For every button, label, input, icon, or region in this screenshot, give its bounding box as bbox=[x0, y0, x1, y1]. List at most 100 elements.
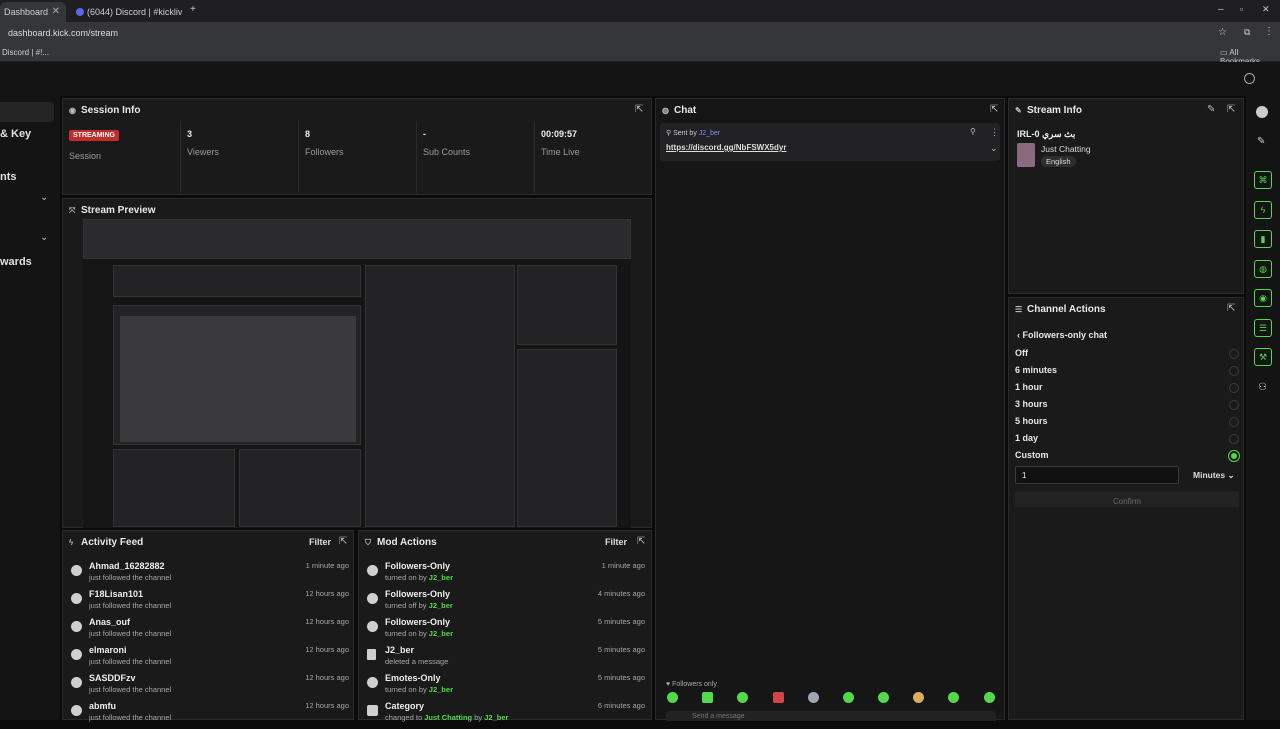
option-custom[interactable]: Custom bbox=[1015, 450, 1239, 467]
radio-button-selected[interactable] bbox=[1229, 451, 1239, 461]
option-1-hour[interactable]: 1 hour bbox=[1015, 382, 1239, 399]
minimize-icon[interactable]: – bbox=[1218, 4, 1224, 15]
tab-label: (6044) Discord | #kicklive | J2b... bbox=[87, 7, 182, 17]
follower-name[interactable]: Anas_ouf bbox=[89, 617, 130, 627]
radio-button[interactable] bbox=[1229, 383, 1239, 393]
action-desc: turned on by J2_ber bbox=[385, 573, 453, 582]
heart-icon bbox=[367, 565, 378, 576]
extensions-icon[interactable]: ⧉ bbox=[1244, 27, 1250, 38]
maximize-icon[interactable]: ▫ bbox=[1240, 4, 1243, 14]
radio-button[interactable] bbox=[1229, 349, 1239, 359]
follower-name[interactable]: elmaroni bbox=[89, 645, 127, 655]
pinned-link[interactable]: https://discord.gg/NbFSWX5dyr bbox=[666, 143, 786, 152]
unit-select[interactable]: Minutes ⌄ bbox=[1193, 470, 1235, 481]
info-icon[interactable] bbox=[1256, 106, 1268, 118]
category-name[interactable]: Just Chatting bbox=[1041, 144, 1091, 154]
star-icon[interactable]: ☆ bbox=[1218, 27, 1227, 38]
activity-desc: just followed the channel bbox=[89, 685, 172, 694]
wrench-icon[interactable]: ⚒ bbox=[1254, 348, 1272, 366]
category-name[interactable]: Just Chatting bbox=[424, 713, 472, 722]
book-icon[interactable]: ▮ bbox=[1254, 230, 1272, 248]
stat-label: Followers bbox=[305, 147, 344, 157]
popout-icon[interactable]: ⇱ bbox=[637, 536, 645, 547]
timestamp: 12 hours ago bbox=[305, 701, 349, 710]
filter-button[interactable]: Filter bbox=[605, 537, 627, 547]
address-bar[interactable]: dashboard.kick.com/stream ☆ ⧉ ⋮ bbox=[0, 22, 1280, 44]
moderator-name[interactable]: J2_ber bbox=[429, 629, 453, 638]
action-name[interactable]: J2_ber bbox=[385, 645, 414, 655]
screen-icon[interactable]: ⌘ bbox=[1254, 171, 1272, 189]
url-text[interactable]: dashboard.kick.com/stream bbox=[8, 28, 118, 38]
broadcast-icon[interactable]: ◉ bbox=[1254, 289, 1272, 307]
sidebar-item-events[interactable]: nts bbox=[0, 171, 17, 183]
filter-button[interactable]: Filter bbox=[309, 537, 331, 547]
moderator-name[interactable]: J2_ber bbox=[429, 685, 453, 694]
follower-name[interactable]: F18Lisan101 bbox=[89, 589, 143, 599]
follower-name[interactable]: SASDDFzv bbox=[89, 673, 136, 683]
chevron-down-icon[interactable]: ⌄ bbox=[990, 143, 998, 154]
menu-icon[interactable]: ⋮ bbox=[1264, 26, 1274, 37]
emote-icon[interactable] bbox=[737, 692, 748, 703]
option-5-hours[interactable]: 5 hours bbox=[1015, 416, 1239, 433]
emote-icon[interactable] bbox=[843, 692, 854, 703]
bookmark-discord[interactable]: Discord | #!... bbox=[2, 48, 49, 57]
option-off[interactable]: Off bbox=[1015, 348, 1239, 365]
action-verb: turned off by bbox=[385, 601, 427, 610]
confirm-button[interactable]: Confirm bbox=[1015, 491, 1239, 507]
back-button[interactable]: ‹ Followers-only chat bbox=[1017, 330, 1107, 340]
radio-button[interactable] bbox=[1229, 434, 1239, 444]
custom-duration-input[interactable]: 1 bbox=[1015, 466, 1179, 484]
moderator-name[interactable]: J2_ber bbox=[484, 713, 508, 722]
radio-button[interactable] bbox=[1229, 400, 1239, 410]
panel-title: ◍ Chat bbox=[662, 105, 696, 116]
emote-icon[interactable] bbox=[913, 692, 924, 703]
action-verb: turned on by bbox=[385, 685, 427, 694]
radio-button[interactable] bbox=[1229, 417, 1239, 427]
emote-icon[interactable] bbox=[948, 692, 959, 703]
close-window-icon[interactable]: ✕ bbox=[1262, 4, 1270, 15]
pinned-username[interactable]: J2_ber bbox=[699, 130, 720, 137]
more-icon[interactable]: ⋮ bbox=[990, 127, 999, 138]
sidebar-item-stream-key[interactable]: & Key bbox=[0, 128, 31, 140]
emote-icon[interactable] bbox=[808, 692, 819, 703]
emote-icon[interactable] bbox=[984, 692, 995, 703]
session-info-panel: ◉ Session Info ⇱ STREAMING Session 3 View… bbox=[62, 98, 652, 195]
popout-icon[interactable]: ⇱ bbox=[1227, 303, 1235, 314]
tab-discord[interactable]: (6044) Discord | #kicklive | J2b... bbox=[72, 2, 182, 22]
radio-button[interactable] bbox=[1229, 366, 1239, 376]
option-1-day[interactable]: 1 day bbox=[1015, 433, 1239, 450]
sidebar-item-rewards[interactable]: wards bbox=[0, 256, 32, 268]
folder-icon: ▭ bbox=[1220, 48, 1230, 57]
chevron-down-icon[interactable]: ⌄ bbox=[40, 232, 48, 243]
option-6-minutes[interactable]: 6 minutes bbox=[1015, 365, 1239, 382]
list-icon[interactable]: ☰ bbox=[1254, 319, 1272, 337]
chat-icon[interactable]: ◍ bbox=[1254, 260, 1272, 278]
close-tab-icon[interactable]: ✕ bbox=[52, 2, 60, 22]
pencil-icon[interactable]: ✎ bbox=[1257, 136, 1265, 147]
category-icon bbox=[367, 705, 378, 716]
follower-name[interactable]: abmfu bbox=[89, 701, 116, 711]
stream-preview-panel: ⤧ Stream Preview bbox=[62, 198, 652, 528]
follower-name[interactable]: Ahmad_16282882 bbox=[89, 561, 165, 571]
popout-icon[interactable]: ⇱ bbox=[1227, 104, 1235, 115]
emote-icon[interactable] bbox=[702, 692, 713, 703]
unpin-icon[interactable]: ⚲ bbox=[970, 127, 976, 136]
users-icon[interactable]: ⚇ bbox=[1258, 382, 1267, 393]
edit-icon[interactable]: ✎ bbox=[1207, 104, 1215, 115]
tab-dashboard[interactable]: Dashboard ✕ bbox=[0, 2, 66, 22]
popout-icon[interactable]: ⇱ bbox=[635, 104, 643, 115]
emote-icon[interactable] bbox=[878, 692, 889, 703]
sidebar-active-item[interactable] bbox=[0, 102, 54, 122]
user-avatar-icon[interactable] bbox=[1244, 73, 1255, 84]
option-3-hours[interactable]: 3 hours bbox=[1015, 399, 1239, 416]
emote-icon[interactable] bbox=[667, 692, 678, 703]
moderator-name[interactable]: J2_ber bbox=[429, 573, 453, 582]
chevron-down-icon[interactable]: ⌄ bbox=[40, 192, 48, 203]
stream-video[interactable] bbox=[83, 219, 631, 528]
new-tab-icon[interactable]: + bbox=[190, 4, 196, 15]
lightning-icon[interactable]: ϟ bbox=[1254, 201, 1272, 219]
emote-icon[interactable] bbox=[773, 692, 784, 703]
moderator-name[interactable]: J2_ber bbox=[429, 601, 453, 610]
popout-icon[interactable]: ⇱ bbox=[339, 536, 347, 547]
popout-icon[interactable]: ⇱ bbox=[990, 104, 998, 115]
